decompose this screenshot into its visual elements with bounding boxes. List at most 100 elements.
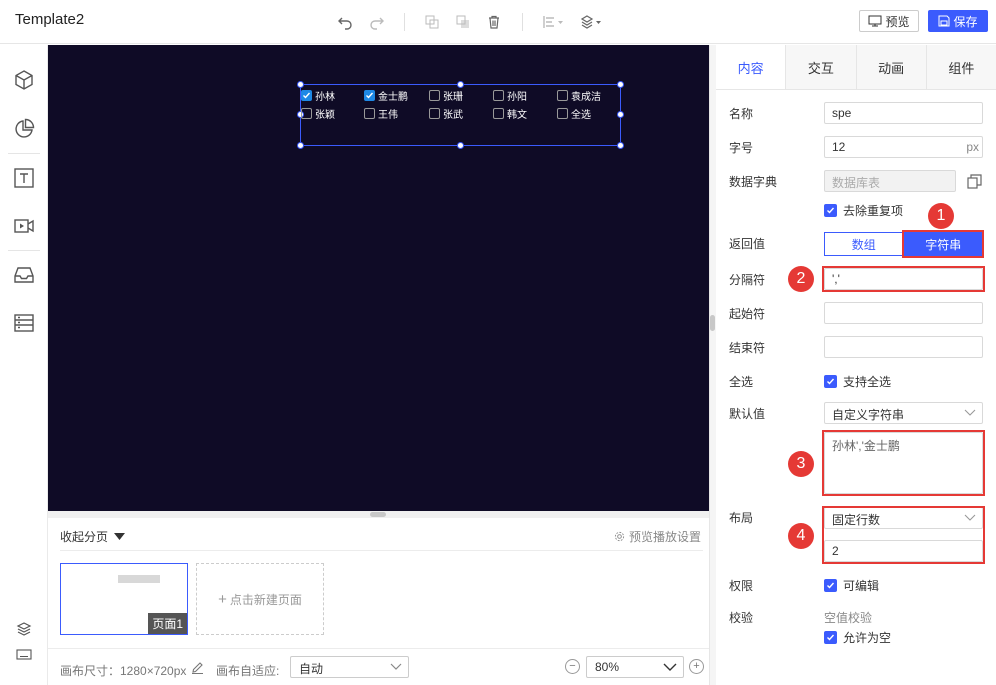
resize-handle[interactable] (617, 111, 624, 118)
delete-icon[interactable] (484, 12, 504, 32)
page-thumbnail[interactable]: 页面1 (60, 563, 188, 635)
canvas-footer: 画布尺寸：1280×720px 画布自适应: 自动 − 80% + (48, 648, 709, 685)
splitter-grip[interactable] (710, 315, 715, 331)
layer-icon[interactable] (580, 12, 604, 32)
checkbox[interactable] (493, 108, 504, 119)
checkbox[interactable] (493, 90, 504, 101)
copy-icon[interactable] (422, 12, 442, 32)
return-array-option[interactable]: 数组 (824, 232, 904, 256)
checkbox[interactable] (824, 631, 837, 644)
chevron-down-icon (663, 663, 677, 671)
dict-input[interactable]: 数据库表 (824, 170, 956, 192)
tab-animation[interactable]: 动画 (857, 45, 927, 89)
dict-label: 数据字典 (729, 175, 778, 189)
checkbox[interactable] (824, 375, 837, 388)
zoom-value: 80% (595, 660, 620, 674)
tab-component[interactable]: 组件 (927, 45, 996, 89)
highlight-box (822, 506, 985, 564)
checkbox[interactable] (557, 90, 568, 101)
widget-option[interactable]: 孙阳 (493, 88, 527, 103)
app-title: Template2 (15, 11, 85, 28)
pie-chart-icon[interactable] (12, 117, 36, 141)
checkbox[interactable] (364, 108, 375, 119)
resize-handle[interactable] (457, 142, 464, 149)
text-box-icon[interactable] (12, 166, 36, 190)
allow-empty-checkbox[interactable]: 允许为空 (824, 629, 891, 646)
editable-checkbox[interactable]: 可编辑 (824, 577, 879, 594)
align-icon[interactable] (542, 12, 566, 32)
redo-icon[interactable] (367, 12, 387, 32)
new-page-button[interactable]: + 点击新建页面 (196, 563, 324, 635)
annotation-badge: 3 (788, 451, 814, 477)
start-input[interactable] (824, 302, 983, 324)
widget-option[interactable]: 张珊 (429, 88, 463, 103)
checkbox[interactable] (364, 90, 375, 101)
sidebar-divider (8, 153, 40, 154)
checkbox[interactable] (429, 90, 440, 101)
widget-option[interactable]: 张颖 (301, 106, 335, 121)
inbox-icon[interactable] (12, 263, 36, 287)
end-input[interactable] (824, 336, 983, 358)
highlight-box (822, 266, 985, 292)
widget-option[interactable]: 袁成洁 (557, 88, 601, 103)
left-sidebar (0, 45, 48, 685)
checkbox[interactable] (824, 204, 837, 217)
design-canvas[interactable]: 孙林 金士鹏 张珊 孙阳 袁成洁 张颖 王伟 张武 韩文 全选 (48, 45, 709, 511)
preview-button[interactable]: 预览 (859, 10, 919, 32)
edit-icon[interactable] (191, 661, 204, 674)
resize-handle[interactable] (297, 81, 304, 88)
resize-handle[interactable] (297, 142, 304, 149)
checkbox[interactable] (301, 90, 312, 101)
paste-icon[interactable] (453, 12, 473, 32)
sidebar-divider (8, 250, 40, 251)
resize-handle[interactable] (457, 81, 464, 88)
cube-icon[interactable] (12, 68, 36, 92)
option-label: 孙阳 (507, 92, 527, 103)
annotation-badge: 1 (928, 203, 954, 229)
checkbox[interactable] (429, 108, 440, 119)
horizontal-splitter[interactable] (48, 511, 709, 518)
fit-select[interactable]: 自动 (290, 656, 409, 678)
save-label: 保存 (953, 14, 978, 29)
preview-settings-button[interactable]: 预览播放设置 (614, 528, 701, 545)
font-size-input[interactable]: 12 px (824, 136, 983, 158)
layers-icon[interactable] (12, 617, 36, 641)
widget-option[interactable]: 王伟 (364, 106, 398, 121)
checkbox[interactable] (557, 108, 568, 119)
zoom-out-icon[interactable]: − (565, 659, 580, 674)
pages-panel: 收起分页 预览播放设置 页面1 + 点击新建页面 画布尺寸：1280×720px… (48, 518, 709, 685)
default-type-select[interactable]: 自定义字符串 (824, 402, 983, 424)
select-all-checkbox[interactable]: 支持全选 (824, 373, 891, 390)
zoom-in-icon[interactable]: + (689, 659, 704, 674)
name-input[interactable]: spe (824, 102, 983, 124)
video-icon[interactable] (12, 214, 36, 238)
keyboard-icon[interactable] (12, 642, 36, 666)
copy-icon[interactable] (967, 174, 982, 189)
tab-content[interactable]: 内容 (716, 45, 787, 89)
select-all-check-label: 支持全选 (843, 375, 892, 389)
widget-option[interactable]: 张武 (429, 106, 463, 121)
collapse-pages-toggle[interactable]: 收起分页 (60, 528, 126, 545)
vertical-splitter[interactable] (709, 45, 716, 685)
canvas-size-label: 画布尺寸：1280×720px (60, 664, 187, 678)
tab-interaction[interactable]: 交互 (786, 45, 857, 89)
undo-icon[interactable] (335, 12, 355, 32)
new-page-label: 点击新建页面 (229, 592, 302, 607)
annotation-badge: 4 (788, 523, 814, 549)
checkbox[interactable] (301, 108, 312, 119)
resize-handle[interactable] (617, 142, 624, 149)
list-panel-icon[interactable] (12, 311, 36, 335)
resize-handle[interactable] (617, 81, 624, 88)
widget-option[interactable]: 全选 (557, 106, 591, 121)
widget-option[interactable]: 孙林 (301, 88, 335, 103)
zoom-select[interactable]: 80% (586, 656, 684, 678)
dedupe-checkbox[interactable]: 去除重复项 (824, 202, 903, 219)
widget-option[interactable]: 韩文 (493, 106, 527, 121)
toolbar-divider (522, 13, 523, 31)
widget-option[interactable]: 金士鹏 (364, 88, 408, 103)
option-label: 张颖 (315, 110, 335, 121)
save-button[interactable]: 保存 (928, 10, 988, 32)
splitter-grip[interactable] (370, 512, 386, 517)
checkbox[interactable] (824, 579, 837, 592)
page-label: 页面1 (148, 613, 187, 634)
